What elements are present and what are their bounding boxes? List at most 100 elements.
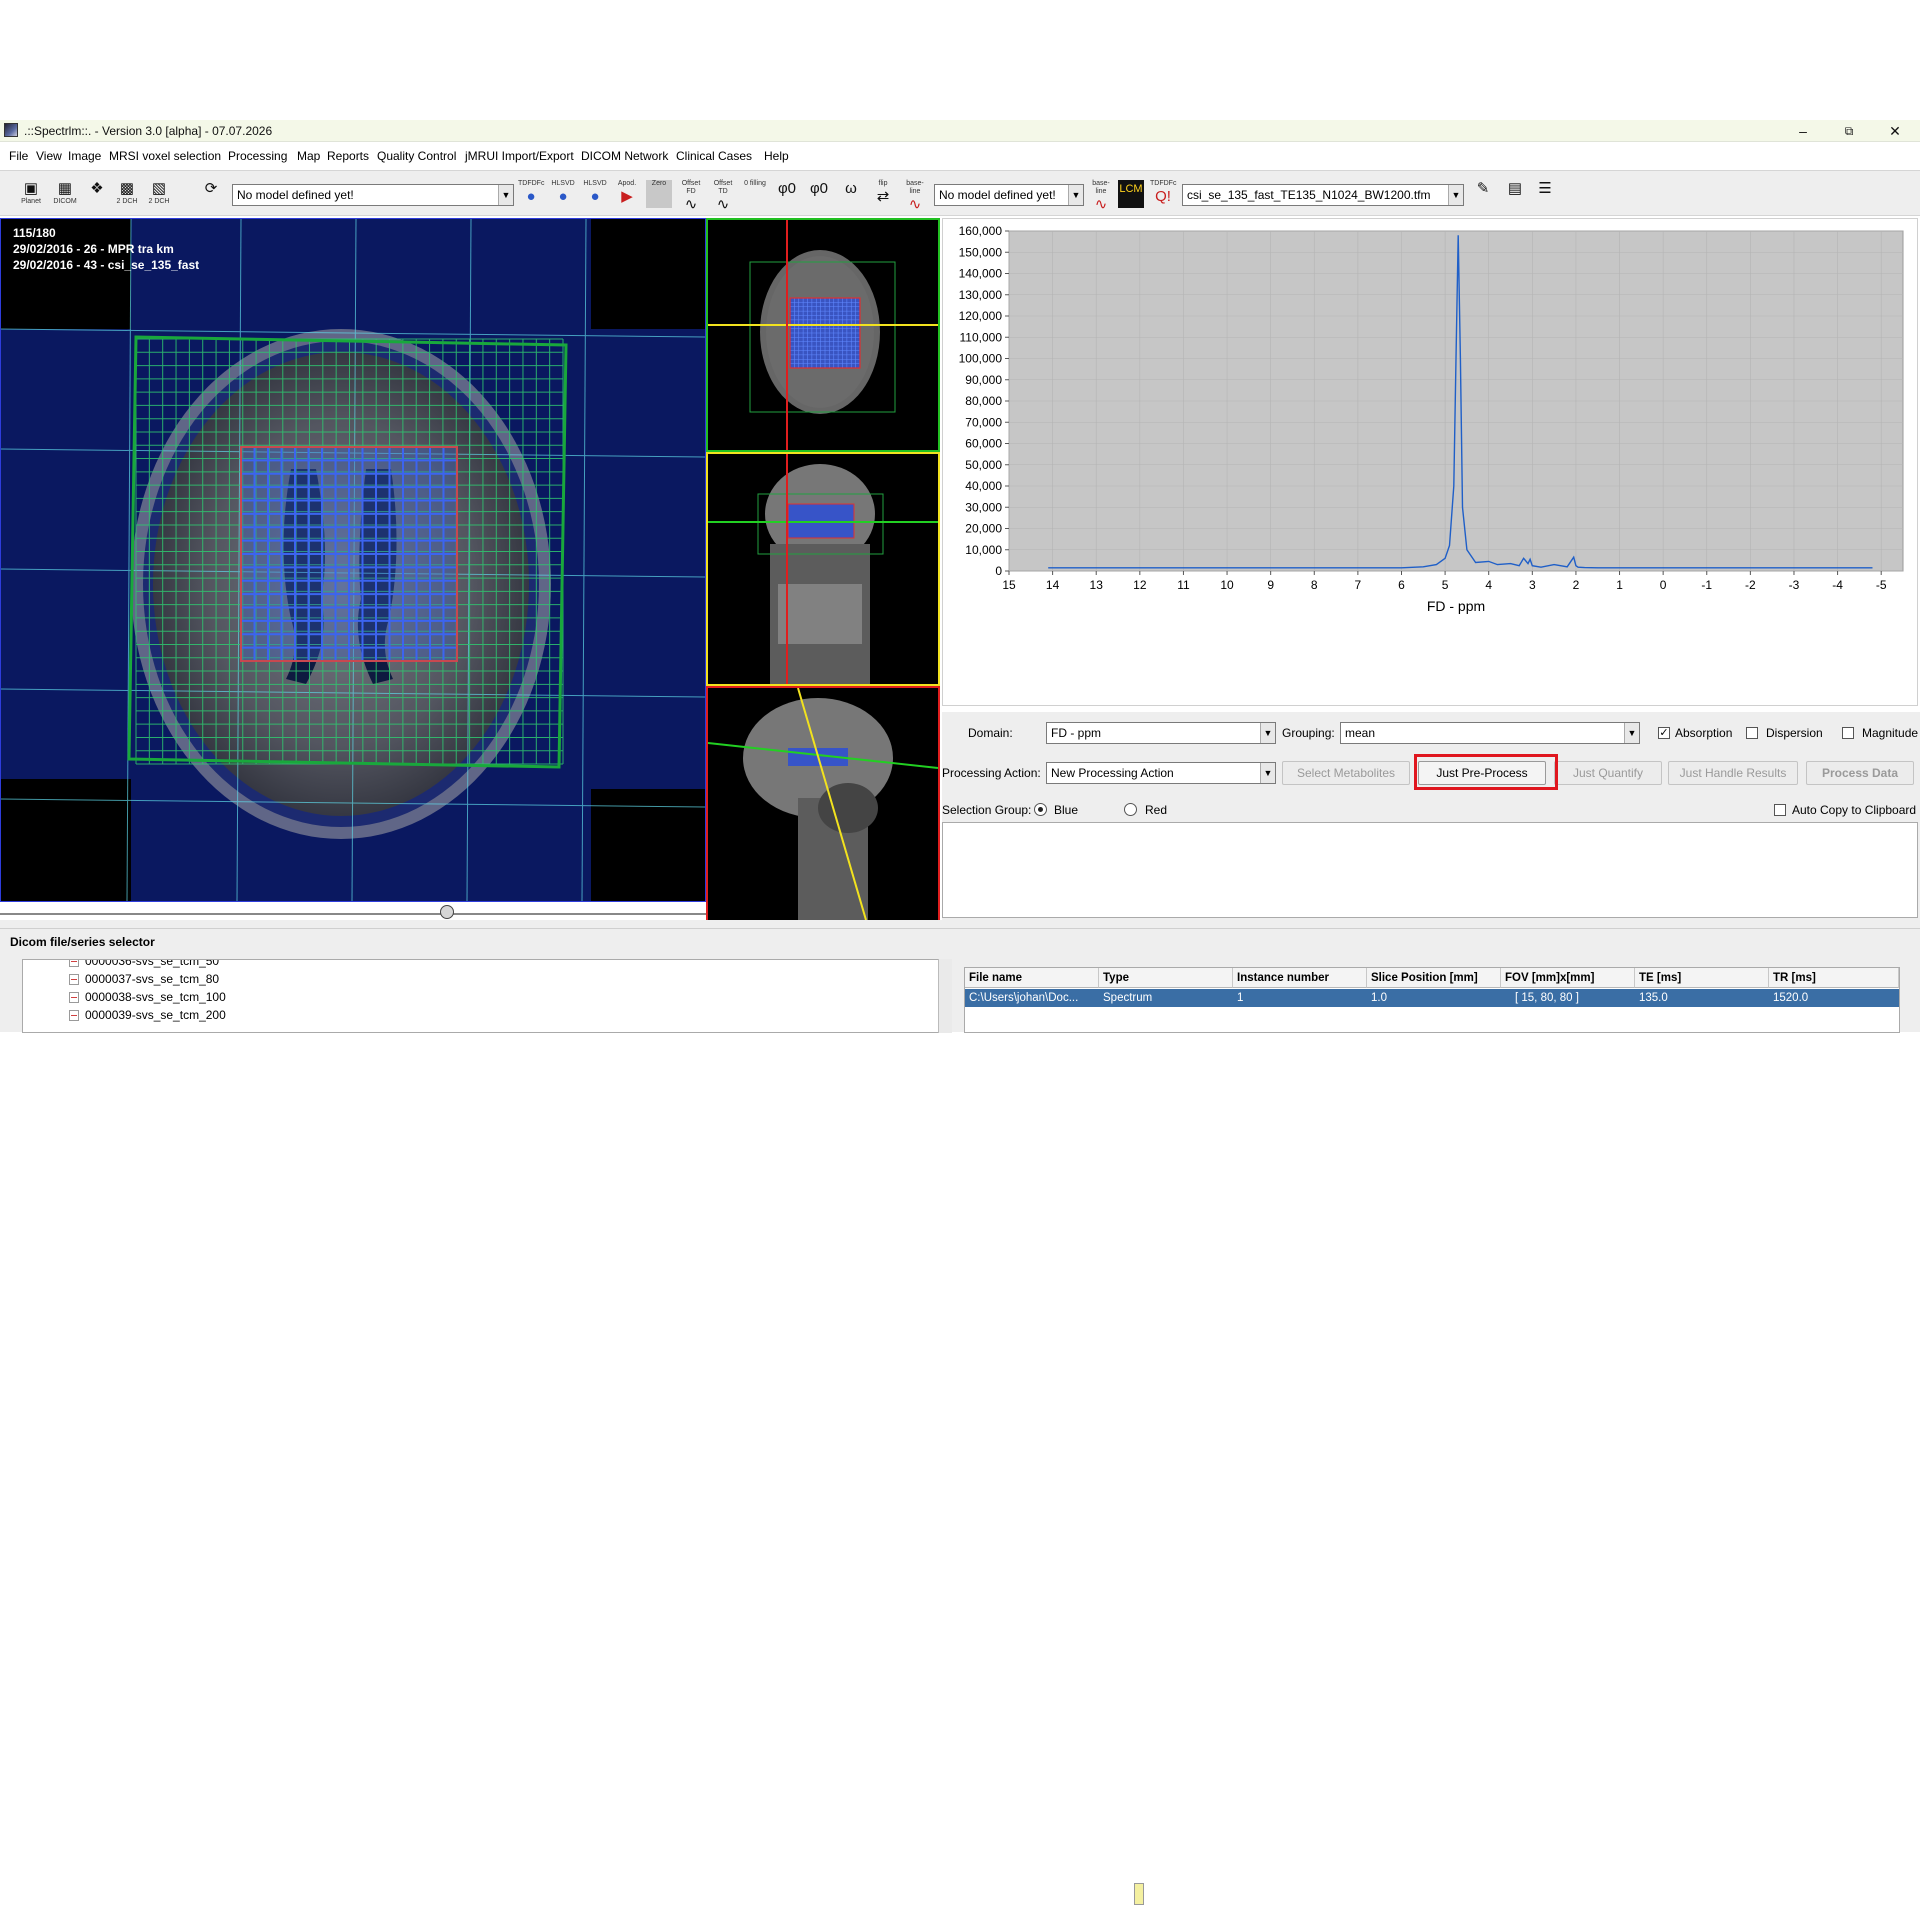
- model-select-2[interactable]: No model defined yet! ▼: [934, 184, 1084, 206]
- tdfdfc-quantify-icon[interactable]: TDFDFc Q!: [1150, 180, 1176, 208]
- auto-copy-checkbox[interactable]: [1774, 804, 1786, 816]
- cell-tr: 1520.0: [1773, 992, 1809, 1004]
- tree-item-label: 0000039-svs_se_tcm_200: [85, 1008, 226, 1022]
- dispersion-label: Dispersion: [1766, 726, 1823, 740]
- edit-icon[interactable]: ✎: [1470, 180, 1496, 208]
- phase-zero-icon[interactable]: φ0: [774, 180, 800, 208]
- model-select-value: No model defined yet!: [237, 188, 354, 202]
- offset-td-icon[interactable]: Offset TD ∿: [710, 180, 736, 213]
- spectrum-chart-panel[interactable]: 0 10,000 20,000 30,000 40,000 50,000 60,000 70,…: [942, 218, 1918, 706]
- column-header-instance-number[interactable]: Instance number: [1233, 968, 1367, 988]
- just-quantify-button[interactable]: Just Quantify: [1554, 761, 1662, 785]
- minimize-button[interactable]: –: [1780, 120, 1826, 142]
- dicom-series-tree[interactable]: 0000036-svs_se_tcm_50 0000037-svs_se_tcm…: [22, 959, 944, 1033]
- protocol-select[interactable]: csi_se_135_fast_TE135_N1024_BW1200.tfm ▼: [1182, 184, 1464, 206]
- menu-reports[interactable]: Reports: [327, 149, 369, 163]
- grouping-select[interactable]: mean ▼: [1340, 722, 1640, 744]
- column-resize-grip[interactable]: [1134, 1883, 1144, 1905]
- menu-processing[interactable]: Processing: [228, 149, 287, 163]
- 2dch-plus-icon[interactable]: ▧ 2 DCH: [146, 180, 172, 208]
- tree-item[interactable]: 0000038-svs_se_tcm_100: [69, 990, 226, 1004]
- grouping-select-value: mean: [1345, 726, 1376, 740]
- coronal-thumbnail-image: [708, 454, 938, 684]
- menu-clinical-cases[interactable]: Clinical Cases: [676, 149, 752, 163]
- maximize-button[interactable]: ⧉: [1826, 120, 1872, 142]
- y-tick-label: 60,000: [965, 437, 1002, 451]
- magnitude-label: Magnitude: [1862, 726, 1919, 740]
- column-header-type[interactable]: Type: [1099, 968, 1233, 988]
- menu-file[interactable]: File: [9, 149, 28, 163]
- 2dch-icon[interactable]: ▩ 2 DCH: [114, 180, 140, 208]
- menu-mrsi-voxel-selection[interactable]: MRSI voxel selection: [109, 149, 221, 163]
- series-label-2: 29/02/2016 - 43 - csi_se_135_fast: [13, 258, 200, 272]
- baseline-2-icon[interactable]: base-line ∿: [1088, 180, 1114, 213]
- chevron-down-icon: ▼: [1260, 723, 1275, 743]
- column-header-te[interactable]: TE [ms]: [1635, 968, 1769, 988]
- menu-jmrui-import-export[interactable]: jMRUI Import/Export: [465, 149, 574, 163]
- absorption-label: Absorption: [1675, 726, 1733, 740]
- lcmodel-icon[interactable]: LCM: [1118, 180, 1144, 208]
- blue-radio[interactable]: [1034, 803, 1047, 816]
- horizontal-splitter[interactable]: [0, 920, 1920, 928]
- column-header-fov[interactable]: FOV [mm]x[mm]: [1501, 968, 1635, 988]
- omega-icon[interactable]: ω: [838, 180, 864, 208]
- results-text-area[interactable]: [942, 822, 1918, 918]
- select-metabolites-button[interactable]: Select Metabolites: [1282, 761, 1410, 785]
- slice-scrollbar[interactable]: [0, 907, 706, 915]
- zero-filling-icon[interactable]: 0 filling: [742, 180, 768, 208]
- checklist-icon[interactable]: ☰: [1532, 180, 1558, 208]
- coronal-thumbnail[interactable]: [706, 452, 940, 686]
- axial-thumbnail[interactable]: [706, 218, 940, 452]
- dicom-selector-panel: Dicom file/series selector 0000036-svs_s…: [0, 928, 1920, 1905]
- x-tick-label: -4: [1832, 578, 1843, 592]
- magnitude-checkbox[interactable]: [1842, 727, 1854, 739]
- flip-icon[interactable]: flip ⇄: [870, 180, 896, 208]
- hlsvd-icon[interactable]: HLSVD ●: [550, 180, 576, 208]
- tree-item[interactable]: 0000037-svs_se_tcm_80: [69, 972, 219, 986]
- menu-quality-control[interactable]: Quality Control: [377, 149, 456, 163]
- y-tick-label: 130,000: [959, 288, 1003, 302]
- column-header-file-name[interactable]: File name: [965, 968, 1099, 988]
- dicom-icon[interactable]: ▦ DICOM: [52, 180, 78, 208]
- tree-scrollbar[interactable]: [938, 959, 952, 1033]
- tdfdfc-icon[interactable]: TDFDFc ●: [518, 180, 544, 208]
- zero-fill-icon[interactable]: Zero: [646, 180, 672, 208]
- sagittal-thumbnail[interactable]: [706, 686, 940, 922]
- model-select[interactable]: No model defined yet! ▼: [232, 184, 514, 206]
- ear-icon[interactable]: ❖: [84, 180, 110, 208]
- process-data-button[interactable]: Process Data: [1806, 761, 1914, 785]
- menu-help[interactable]: Help: [764, 149, 789, 163]
- refresh-icon[interactable]: ⟳: [198, 180, 224, 208]
- x-tick-label: 14: [1046, 578, 1060, 592]
- menu-view[interactable]: View: [36, 149, 62, 163]
- domain-select[interactable]: FD - ppm ▼: [1046, 722, 1276, 744]
- y-tick-label: 100,000: [959, 352, 1003, 366]
- hlsvd-2-icon[interactable]: HLSVD ●: [582, 180, 608, 208]
- axial-image-view[interactable]: 115/180 29/02/2016 - 26 - MPR tra km 29/…: [0, 218, 706, 902]
- just-handle-results-button[interactable]: Just Handle Results: [1668, 761, 1798, 785]
- close-button[interactable]: ✕: [1872, 120, 1918, 142]
- column-header-slice-position[interactable]: Slice Position [mm]: [1367, 968, 1501, 988]
- menu-dicom-network[interactable]: DICOM Network: [581, 149, 668, 163]
- y-tick-label: 20,000: [965, 522, 1002, 536]
- planet-icon[interactable]: ▣ Planet: [18, 180, 44, 208]
- report-icon[interactable]: ▤: [1502, 180, 1528, 208]
- app-icon: [4, 123, 18, 137]
- dispersion-checkbox[interactable]: [1746, 727, 1758, 739]
- column-header-tr[interactable]: TR [ms]: [1769, 968, 1899, 988]
- menu-map[interactable]: Map: [297, 149, 320, 163]
- baseline-icon[interactable]: base-line ∿: [902, 180, 928, 213]
- menu-image[interactable]: Image: [68, 149, 101, 163]
- tree-item[interactable]: 0000039-svs_se_tcm_200: [69, 1008, 226, 1022]
- slice-slider-handle[interactable]: [440, 905, 454, 919]
- phase-first-icon[interactable]: φ0: [806, 180, 832, 208]
- red-radio[interactable]: [1124, 803, 1137, 816]
- dicom-file-table[interactable]: File name Type Instance number Slice Pos…: [964, 967, 1900, 1033]
- apodization-icon[interactable]: Apod. ▶: [614, 180, 640, 208]
- offset-fd-icon[interactable]: Offset FD ∿: [678, 180, 704, 213]
- x-tick-label: 2: [1573, 578, 1580, 592]
- processing-action-select[interactable]: New Processing Action ▼: [1046, 762, 1276, 784]
- absorption-checkbox[interactable]: ✓: [1658, 727, 1670, 739]
- tree-item[interactable]: 0000036-svs_se_tcm_50: [69, 960, 219, 968]
- axial-mri-image: [1, 219, 705, 901]
